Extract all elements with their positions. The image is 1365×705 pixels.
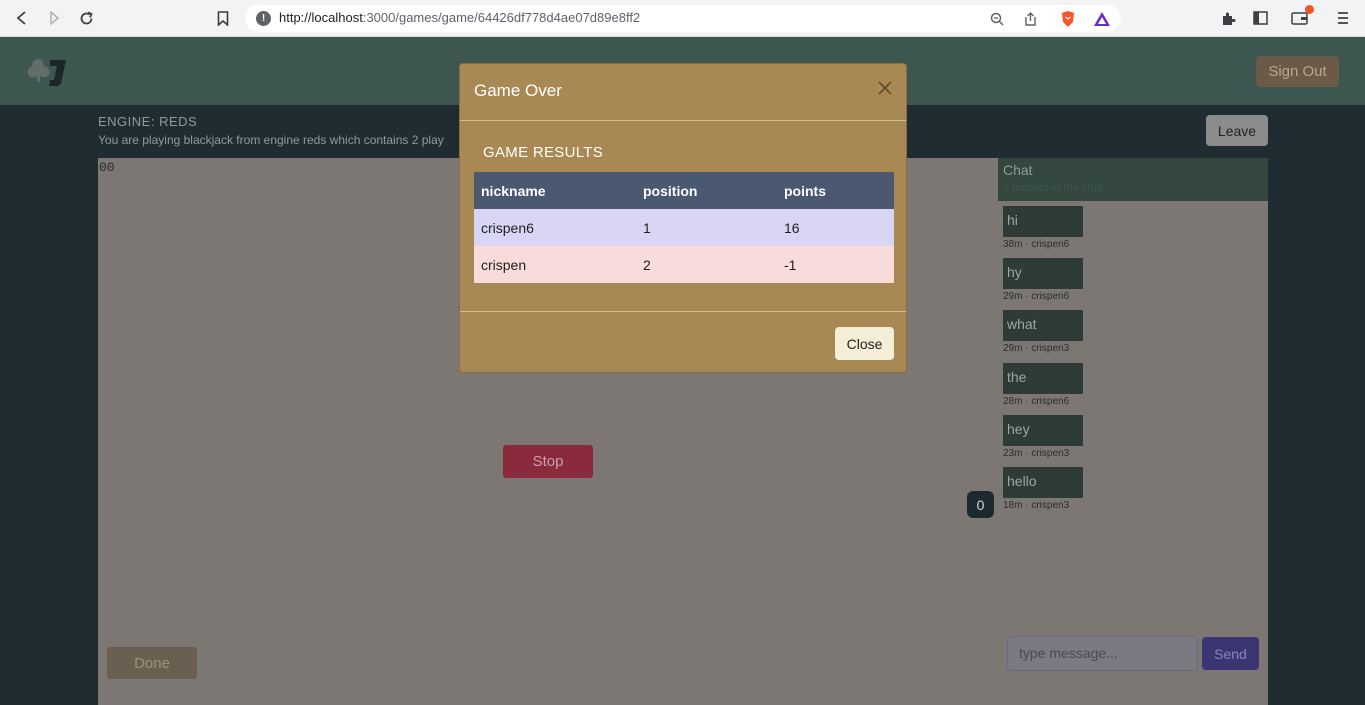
chat-message-meta: 29m · crispen6	[1003, 291, 1070, 302]
sidebar-icon[interactable]	[1250, 8, 1270, 28]
wallet-icon[interactable]	[1290, 5, 1314, 28]
modal-title: Game Over	[474, 81, 562, 100]
modal-divider	[460, 311, 906, 312]
extensions-icon[interactable]	[1218, 8, 1238, 28]
close-icon[interactable]	[876, 80, 894, 98]
card-count-badge: 0	[967, 491, 994, 518]
browser-toolbar: ! http://localhost:3000/games/game/64426…	[0, 0, 1365, 37]
game-timer: 00	[99, 160, 115, 175]
back-icon[interactable]	[12, 8, 32, 28]
engine-description: You are playing blackjack from engine re…	[98, 133, 444, 147]
sign-out-button[interactable]: Sign Out	[1256, 56, 1339, 87]
chat-message-meta: 28m · crispen6	[1003, 396, 1070, 407]
reload-icon[interactable]	[76, 8, 96, 28]
chat-message: hey 23m · crispen3	[1003, 415, 1083, 459]
brave-shield-icon[interactable]	[1059, 10, 1077, 28]
chat-subtitle: 2 gamers in the chat.	[1003, 182, 1106, 194]
chat-message: hy 29m · crispen6	[1003, 258, 1083, 302]
cell-points: -1	[777, 246, 894, 283]
chat-message-text: what	[1003, 310, 1083, 341]
modal-divider	[460, 120, 906, 121]
chat-message-text: hey	[1003, 415, 1083, 446]
forward-icon[interactable]	[44, 8, 64, 28]
url-host: http://localhost	[279, 10, 363, 25]
send-button[interactable]: Send	[1202, 637, 1259, 670]
chat-message-text: the	[1003, 363, 1083, 394]
table-header-row: nickname position points	[474, 172, 894, 209]
done-button[interactable]: Done	[107, 647, 197, 679]
chat-message-meta: 29m · crispen3	[1003, 343, 1070, 354]
cell-nickname: crispen6	[474, 209, 636, 246]
address-bar[interactable]: ! http://localhost:3000/games/game/64426…	[245, 5, 1121, 32]
chat-message-text: hy	[1003, 258, 1083, 289]
app-logo-icon[interactable]	[27, 56, 70, 88]
table-row: crispen 2 -1	[474, 246, 894, 283]
url-text: http://localhost:3000/games/game/64426df…	[279, 10, 640, 25]
url-path: :3000/games/game/64426df778d4ae07d89e8ff…	[362, 10, 641, 25]
bookmark-icon[interactable]	[213, 8, 233, 28]
info-icon[interactable]: !	[256, 11, 271, 26]
chat-message-text: hi	[1003, 206, 1083, 237]
close-button[interactable]: Close	[835, 327, 894, 360]
cell-nickname: crispen	[474, 246, 636, 283]
table-row: crispen6 1 16	[474, 209, 894, 246]
column-header-points: points	[777, 172, 894, 209]
column-header-nickname: nickname	[474, 172, 636, 209]
share-icon[interactable]	[1021, 10, 1039, 28]
chat-message-meta: 18m · crispen3	[1003, 500, 1070, 511]
chat-message-meta: 38m · crispen6	[1003, 239, 1070, 250]
chat-input-placeholder: type message...	[1019, 645, 1118, 661]
chat-header	[998, 158, 1268, 201]
chat-message: the 28m · crispen6	[1003, 363, 1083, 407]
zoom-icon[interactable]	[988, 10, 1006, 28]
cell-points: 16	[777, 209, 894, 246]
game-over-modal: Game Over GAME RESULTS nickname position…	[459, 63, 907, 373]
cell-position: 2	[636, 246, 777, 283]
results-heading: GAME RESULTS	[483, 144, 604, 161]
brave-rewards-icon[interactable]	[1093, 10, 1111, 28]
chat-message: hi 38m · crispen6	[1003, 206, 1083, 250]
cell-position: 1	[636, 209, 777, 246]
chat-message-text: hello	[1003, 467, 1083, 498]
menu-icon[interactable]	[1333, 8, 1353, 28]
leave-button[interactable]: Leave	[1206, 115, 1268, 146]
column-header-position: position	[636, 172, 777, 209]
stop-button[interactable]: Stop	[503, 445, 593, 478]
chat-message: hello 18m · crispen3	[1003, 467, 1083, 511]
chat-title: Chat	[1003, 162, 1033, 178]
notification-dot-icon	[1305, 5, 1314, 14]
engine-title: ENGINE: REDS	[98, 114, 198, 129]
results-table: nickname position points crispen6 1 16 c…	[474, 172, 894, 283]
chat-message-meta: 23m · crispen3	[1003, 448, 1070, 459]
chat-message-input[interactable]: type message...	[1007, 636, 1198, 671]
chat-message: what 29m · crispen3	[1003, 310, 1083, 354]
